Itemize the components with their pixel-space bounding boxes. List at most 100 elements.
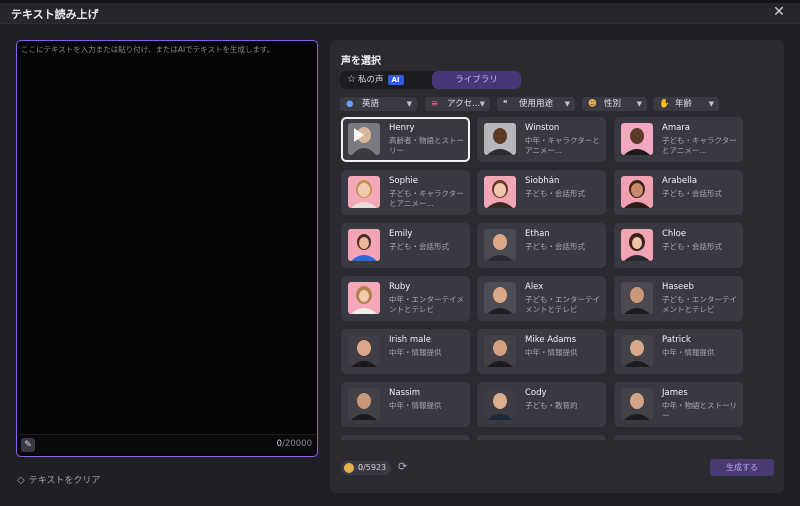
voice-name: Siobhán <box>525 176 560 186</box>
filter-gender-label: 性別 <box>604 99 622 109</box>
filter-usage-label: 使用用途 <box>519 99 554 109</box>
voice-card-winston[interactable]: Winston 中年・キャラクターとアニメー... <box>477 117 606 162</box>
chevron-down-icon: ▼ <box>708 100 714 108</box>
globe-icon: ● <box>346 99 354 109</box>
voice-card-henry[interactable]: Henry 高齢者・物語とストーリー <box>341 117 470 162</box>
voice-card-nassim[interactable]: Nassim 中年・情報提供 <box>341 382 470 427</box>
voice-card-haseeb[interactable]: Haseeb 子ども・エンターテイメントとテレビ <box>614 276 743 321</box>
voice-name: Emily <box>389 229 413 239</box>
voice-name: Amara <box>662 123 691 133</box>
chevron-down-icon: ▼ <box>406 100 412 108</box>
close-icon[interactable]: ✕ <box>772 4 786 20</box>
voice-card-partial[interactable] <box>614 435 743 440</box>
avatar <box>348 229 380 261</box>
avatar <box>484 229 516 261</box>
voice-desc: 子ども・教育的 <box>525 401 578 410</box>
avatar <box>348 388 380 420</box>
voice-card-irish-male[interactable]: Irish male 中年・情報提供 <box>341 329 470 374</box>
voice-card-siobhan[interactable]: Siobhán 子ども・会話形式 <box>477 170 606 215</box>
voice-card-mike-adams[interactable]: Mike Adams 中年・情報提供 <box>477 329 606 374</box>
filter-age-label: 年齢 <box>675 99 693 109</box>
avatar <box>348 123 380 155</box>
voice-card-alex[interactable]: Alex 子ども・エンターテイメントとテレビ <box>477 276 606 321</box>
voice-panel: 声を選択 ☆ 私の声 AI ライブラリ ● 英語 ▼ ≡ アクセ... ▼ ❝ 使用用途 ▼ ☻… <box>330 40 784 493</box>
chevron-down-icon: ▼ <box>636 100 642 108</box>
eraser-icon: ◇ <box>17 475 25 486</box>
voice-desc: 子ども・キャラクターとアニメー... <box>389 189 464 208</box>
voice-name: Chloe <box>662 229 687 239</box>
filter-usage[interactable]: ❝ 使用用途 ▼ <box>497 97 575 111</box>
voice-name: Ethan <box>525 229 550 239</box>
voice-name: Ruby <box>389 282 411 292</box>
clear-text-button[interactable]: ◇ テキストをクリア <box>17 473 100 486</box>
hand-icon: ✋ <box>659 99 670 109</box>
voice-card-partial[interactable] <box>341 435 470 440</box>
voice-card-chloe[interactable]: Chloe 子ども・会話形式 <box>614 223 743 268</box>
voice-desc: 中年・物語とストーリー <box>662 401 737 420</box>
avatar <box>348 282 380 314</box>
voice-name: Sophie <box>389 176 418 186</box>
avatar <box>484 282 516 314</box>
tab-library[interactable]: ライブラリ <box>432 71 521 89</box>
avatar <box>621 123 653 155</box>
person-icon: ☻ <box>588 99 597 109</box>
voice-desc: 中年・エンターテイメントとテレビ <box>389 295 464 314</box>
quote-icon: ❝ <box>503 99 508 109</box>
voice-desc: 子ども・エンターテイメントとテレビ <box>525 295 600 314</box>
chevron-down-icon: ▼ <box>564 100 570 108</box>
star-icon: ☆ <box>347 74 356 85</box>
credits-total: /5923 <box>363 463 387 472</box>
voice-card-patrick[interactable]: Patrick 中年・情報提供 <box>614 329 743 374</box>
avatar <box>621 176 653 208</box>
avatar <box>484 123 516 155</box>
char-counter: 0/20000 <box>277 439 312 449</box>
filter-accent[interactable]: ≡ アクセ... ▼ <box>425 97 490 111</box>
tab-my-voice[interactable]: ☆ 私の声 AI <box>340 71 432 89</box>
filter-language[interactable]: ● 英語 ▼ <box>340 97 417 111</box>
text-editor: ✎ 0/20000 <box>16 40 318 457</box>
filter-accent-label: アクセ... <box>447 99 481 109</box>
avatar <box>484 335 516 367</box>
voice-card-ethan[interactable]: Ethan 子ども・会話形式 <box>477 223 606 268</box>
text-input[interactable] <box>21 44 313 429</box>
credits-badge: 0/5923 <box>341 461 391 475</box>
voice-grid: Henry 高齢者・物語とストーリー Winston 中年・キャラクターとアニメ… <box>340 116 744 440</box>
tab-my-voice-label: 私の声 <box>358 75 384 85</box>
voice-name: Nassim <box>389 388 421 398</box>
voice-desc: 中年・情報提供 <box>389 401 442 410</box>
generate-button[interactable]: 生成する <box>710 459 774 476</box>
char-max: /20000 <box>282 439 312 449</box>
voice-card-emily[interactable]: Emily 子ども・会話形式 <box>341 223 470 268</box>
voice-card-james[interactable]: James 中年・物語とストーリー <box>614 382 743 427</box>
avatar <box>621 229 653 261</box>
filter-age[interactable]: ✋ 年齢 ▼ <box>653 97 719 111</box>
voice-source-tabs: ☆ 私の声 AI ライブラリ <box>340 71 521 89</box>
filter-gender[interactable]: ☻ 性別 ▼ <box>582 97 647 111</box>
voice-desc: 子ども・エンターテイメントとテレビ <box>662 295 737 314</box>
voice-card-partial[interactable] <box>477 435 606 440</box>
voice-desc: 子ども・キャラクターとアニメー... <box>662 136 737 155</box>
voice-card-sophie[interactable]: Sophie 子ども・キャラクターとアニメー... <box>341 170 470 215</box>
voice-name: Alex <box>525 282 544 292</box>
voice-desc: 中年・情報提供 <box>389 348 442 357</box>
ai-wand-icon[interactable]: ✎ <box>21 438 35 452</box>
voice-desc: 中年・キャラクターとアニメー... <box>525 136 600 155</box>
avatar <box>621 388 653 420</box>
avatar <box>484 176 516 208</box>
avatar <box>348 335 380 367</box>
voice-card-ruby[interactable]: Ruby 中年・エンターテイメントとテレビ <box>341 276 470 321</box>
refresh-icon[interactable]: ⟳ <box>398 460 407 473</box>
avatar <box>621 282 653 314</box>
voice-desc: 子ども・会話形式 <box>525 242 585 251</box>
voice-name: Mike Adams <box>525 335 577 345</box>
voice-card-amara[interactable]: Amara 子ども・キャラクターとアニメー... <box>614 117 743 162</box>
voice-card-arabella[interactable]: Arabella 子ども・会話形式 <box>614 170 743 215</box>
dialog-title: テキスト読み上げ <box>11 8 99 21</box>
voice-name: Arabella <box>662 176 698 186</box>
voice-card-cody[interactable]: Cody 子ども・教育的 <box>477 382 606 427</box>
play-icon[interactable] <box>354 128 364 142</box>
avatar <box>348 176 380 208</box>
editor-footer: ✎ 0/20000 <box>18 434 316 455</box>
voice-name: Irish male <box>389 335 431 345</box>
tts-dialog: テキスト読み上げ ✕ ✎ 0/20000 ◇テキストをクリア 声を選択 ☆私の声… <box>0 3 800 506</box>
